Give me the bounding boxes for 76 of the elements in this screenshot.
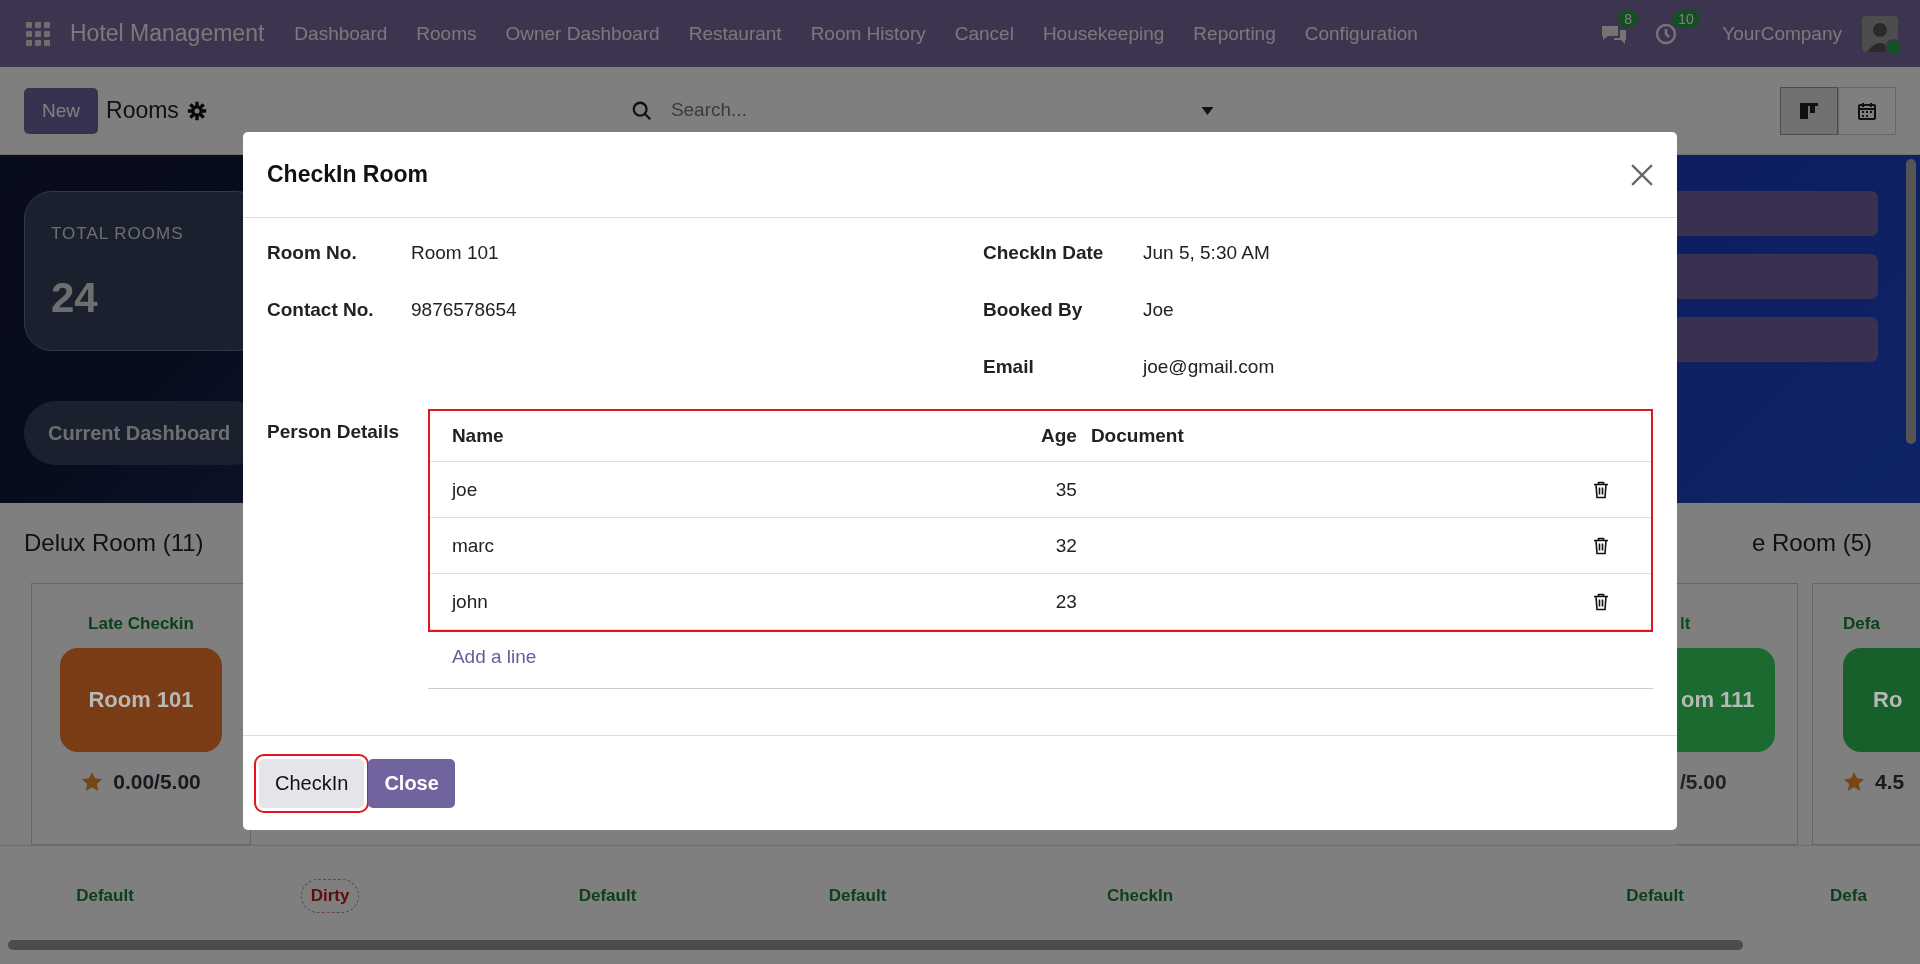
group-title: e Room (5) (1751, 529, 1872, 557)
table-cell-text: 32 (1054, 534, 1077, 557)
clock-icon[interactable] (1654, 21, 1679, 46)
field-label: Person Details (267, 420, 400, 444)
company-name[interactable]: YourCompany (1722, 22, 1842, 45)
table-cell-text: 23 (1054, 590, 1077, 613)
room-tile[interactable]: Room 101 (60, 648, 222, 752)
rating-value: 0.00/5.00 (113, 770, 201, 794)
dialog-title: CheckIn Room (267, 161, 429, 188)
column-header: Document (1089, 425, 1185, 447)
field-label: Contact No. (267, 299, 375, 321)
room-tile[interactable]: om 111 (1677, 648, 1775, 752)
field-label: Email (983, 356, 1035, 378)
status-label: Defa (1830, 886, 1867, 906)
calendar-view-button[interactable] (1838, 86, 1896, 135)
close-button[interactable]: Close (368, 758, 455, 808)
menu-item[interactable]: Dashboard (294, 22, 388, 45)
rating-value: /5.00 (1680, 770, 1727, 794)
field-value: joe@gmail.com (1143, 356, 1275, 378)
field-label: Booked By (983, 299, 1084, 321)
close-icon[interactable] (1631, 163, 1653, 186)
field-value: Jun 5, 5:30 AM (1143, 242, 1270, 264)
field-value: 9876578654 (411, 299, 517, 321)
table-cell-text: 35 (1054, 478, 1077, 501)
kanban-icon (1799, 100, 1819, 121)
vertical-scrollbar[interactable] (1906, 159, 1916, 444)
table-cell-text: marc (451, 534, 496, 557)
table-cell-text: joe (451, 478, 479, 501)
menu-item[interactable]: Housekeeping (1042, 22, 1165, 45)
kanban-view-button[interactable] (1780, 86, 1838, 135)
room-card[interactable]: Defa Ro 4.5 (1812, 583, 1920, 845)
trash-icon[interactable] (1593, 480, 1609, 499)
new-button[interactable]: New (24, 87, 98, 134)
group-title: Delux Room (11) (24, 529, 204, 557)
room-tile[interactable]: Ro (1843, 648, 1920, 752)
trash-icon[interactable] (1593, 592, 1609, 611)
notification-badge: 8 (1618, 9, 1639, 28)
menu-item[interactable]: Restaurant (688, 22, 782, 45)
status-label: Default (578, 886, 637, 906)
calendar-icon (1857, 100, 1877, 121)
status-label: lt (1680, 614, 1691, 634)
notification-badge: 10 (1672, 9, 1700, 28)
table-cell-text: john (451, 590, 489, 613)
status-label: Late Checkin (88, 614, 194, 634)
settings-icon[interactable] (186, 100, 207, 121)
column-header: Age (1040, 425, 1077, 447)
app-title[interactable]: Hotel Management (70, 20, 265, 47)
menu-item[interactable]: Rooms (416, 22, 477, 45)
room-card[interactable]: lt om 111 /5.00 (1677, 583, 1798, 845)
field-value: Joe (1143, 299, 1174, 321)
rating-value: 4.5 (1875, 770, 1905, 794)
menu-item[interactable]: Configuration (1304, 22, 1418, 45)
status-label: Default (828, 886, 887, 906)
status-label: Default (1626, 886, 1684, 906)
field-label: Room No. (267, 242, 358, 264)
stat-value: 24 (51, 274, 99, 322)
add-line-link[interactable]: Add a line (451, 646, 537, 668)
caret-icon (1201, 106, 1215, 115)
status-label: CheckIn (1106, 886, 1174, 906)
star-icon (1843, 771, 1865, 793)
menu-item[interactable]: Owner Dashboard (505, 22, 660, 45)
horizontal-scrollbar[interactable] (8, 940, 1743, 950)
star-icon (81, 771, 104, 793)
field-label: CheckIn Date (983, 242, 1105, 264)
trash-icon[interactable] (1593, 536, 1609, 555)
stat-label: TOTAL ROOMS (51, 224, 185, 244)
menu-item[interactable]: Reporting (1193, 22, 1276, 45)
status-label: Default (76, 886, 134, 906)
status-label: Defa (1843, 614, 1880, 634)
menu-item[interactable]: Cancel (954, 22, 1014, 45)
page-title: Rooms (106, 97, 179, 124)
column-header: Name (451, 425, 505, 447)
search-icon (630, 99, 653, 122)
field-value: Room 101 (411, 242, 499, 264)
room-card[interactable]: Late Checkin Room 101 0.00/5.00 (31, 583, 251, 845)
menu-item[interactable]: Room History (810, 22, 926, 45)
